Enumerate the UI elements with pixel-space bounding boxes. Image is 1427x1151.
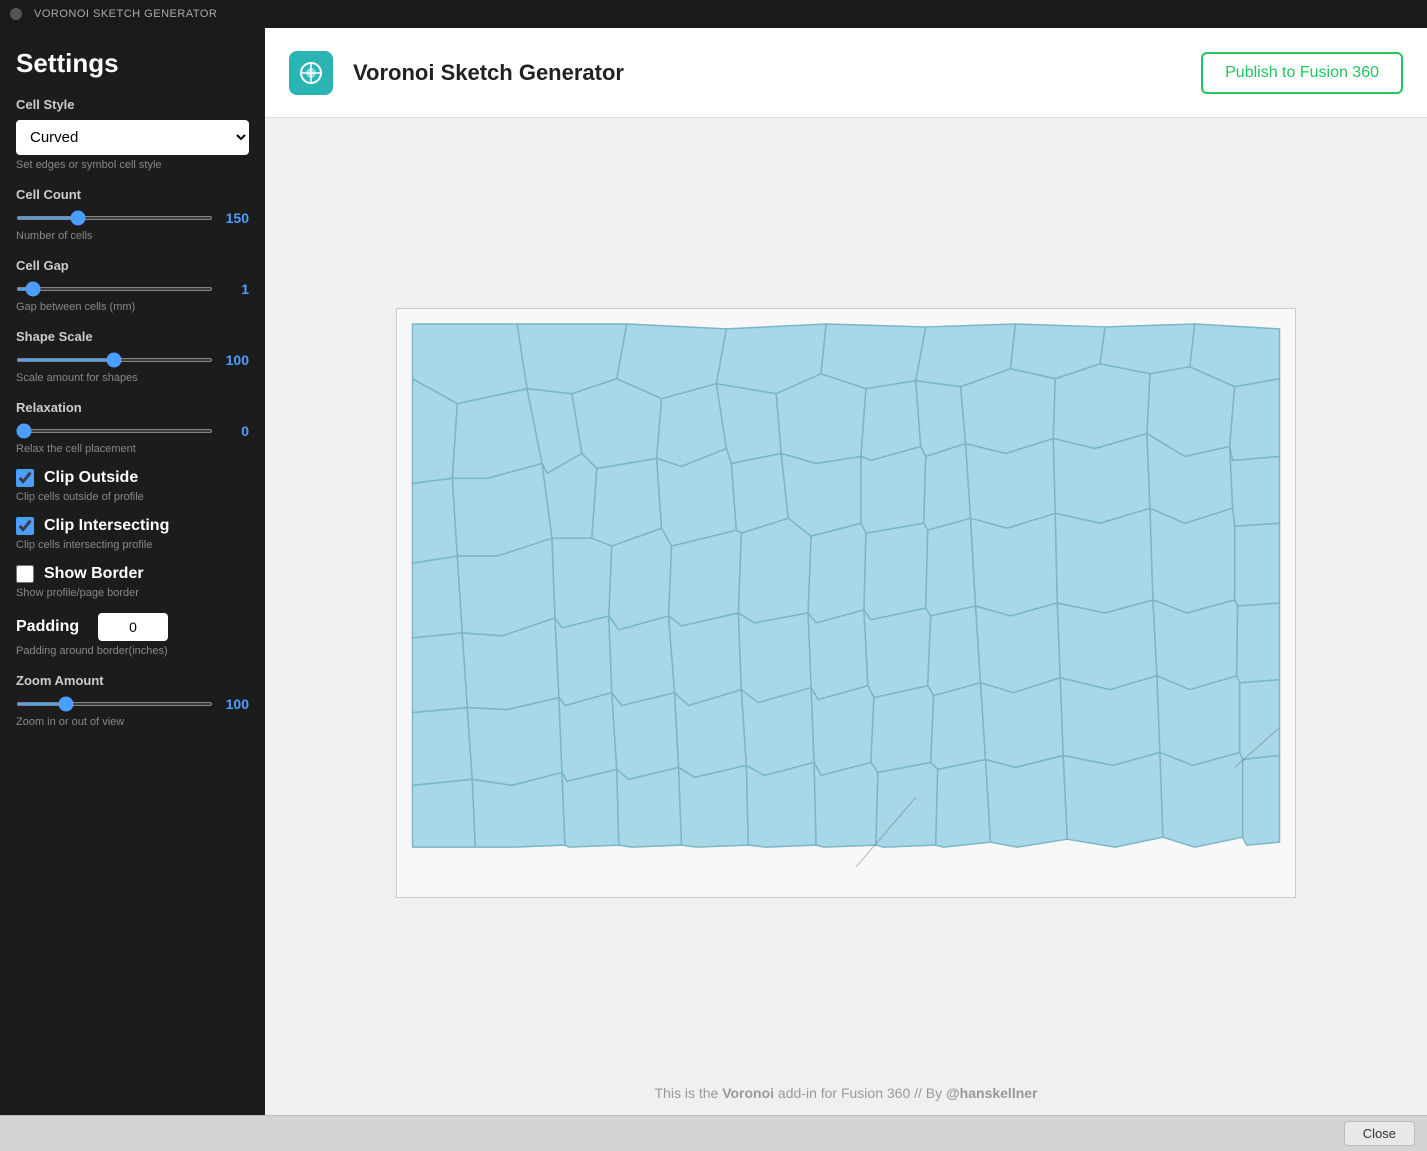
footer-author: @hanskellner — [946, 1085, 1037, 1101]
bottom-bar: Close — [0, 1115, 1427, 1151]
zoom-hint: Zoom in or out of view — [16, 716, 249, 728]
shape-scale-label: Shape Scale — [16, 329, 249, 344]
title-bar-text: VORONOI SKETCH GENERATOR — [34, 8, 217, 20]
main-content: Voronoi Sketch Generator Publish to Fusi… — [265, 28, 1427, 1115]
clip-intersecting-row: Clip Intersecting — [16, 517, 249, 535]
cell-count-value: 150 — [221, 210, 249, 226]
show-border-label: Show Border — [44, 565, 144, 583]
voronoi-svg — [397, 309, 1295, 897]
title-bar-dot — [10, 8, 22, 20]
app-icon — [289, 51, 333, 95]
title-bar: VORONOI SKETCH GENERATOR — [0, 0, 1427, 28]
cell-style-select[interactable]: Curved Straight Relaxed — [16, 120, 249, 155]
padding-input[interactable] — [98, 613, 168, 641]
cell-style-hint: Set edges or symbol cell style — [16, 159, 249, 171]
cell-gap-hint: Gap between cells (mm) — [16, 301, 249, 313]
clip-outside-hint: Clip cells outside of profile — [16, 491, 249, 503]
settings-title: Settings — [16, 48, 249, 79]
relaxation-slider[interactable] — [16, 429, 213, 433]
show-border-row: Show Border — [16, 565, 249, 583]
relaxation-hint: Relax the cell placement — [16, 443, 249, 455]
footer: This is the Voronoi add-in for Fusion 36… — [265, 1071, 1427, 1115]
padding-label: Padding — [16, 618, 86, 636]
clip-intersecting-checkbox[interactable] — [16, 517, 34, 535]
zoom-value: 100 — [221, 696, 249, 712]
publish-button[interactable]: Publish to Fusion 360 — [1201, 52, 1403, 94]
clip-outside-label: Clip Outside — [44, 469, 138, 487]
cell-count-slider[interactable] — [16, 216, 213, 220]
cell-gap-value: 1 — [221, 281, 249, 297]
clip-outside-checkbox[interactable] — [16, 469, 34, 487]
app-title: Voronoi Sketch Generator — [353, 60, 1181, 86]
clip-intersecting-hint: Clip cells intersecting profile — [16, 539, 249, 551]
cell-style-label: Cell Style — [16, 97, 249, 112]
canvas-area — [265, 118, 1427, 1071]
show-border-hint: Show profile/page border — [16, 587, 249, 599]
cell-count-hint: Number of cells — [16, 230, 249, 242]
zoom-label: Zoom Amount — [16, 673, 249, 688]
padding-row: Padding — [16, 613, 249, 641]
clip-outside-row: Clip Outside — [16, 469, 249, 487]
top-bar: Voronoi Sketch Generator Publish to Fusi… — [265, 28, 1427, 118]
cell-count-label: Cell Count — [16, 187, 249, 202]
shape-scale-hint: Scale amount for shapes — [16, 372, 249, 384]
show-border-checkbox[interactable] — [16, 565, 34, 583]
footer-text1: This is the — [655, 1085, 723, 1101]
cell-gap-label: Cell Gap — [16, 258, 249, 273]
zoom-slider[interactable] — [16, 702, 213, 706]
shape-scale-slider[interactable] — [16, 358, 213, 362]
relaxation-value: 0 — [221, 423, 249, 439]
footer-text2: add-in for Fusion 360 // By — [774, 1085, 946, 1101]
padding-hint: Padding around border(inches) — [16, 645, 249, 657]
sidebar: Settings Cell Style Curved Straight Rela… — [0, 28, 265, 1115]
footer-bold: Voronoi — [722, 1085, 774, 1101]
relaxation-label: Relaxation — [16, 400, 249, 415]
app-icon-svg — [297, 59, 325, 87]
close-button[interactable]: Close — [1344, 1121, 1415, 1146]
cell-gap-slider[interactable] — [16, 287, 213, 291]
voronoi-canvas — [396, 308, 1296, 898]
clip-intersecting-label: Clip Intersecting — [44, 517, 169, 535]
shape-scale-value: 100 — [221, 352, 249, 368]
